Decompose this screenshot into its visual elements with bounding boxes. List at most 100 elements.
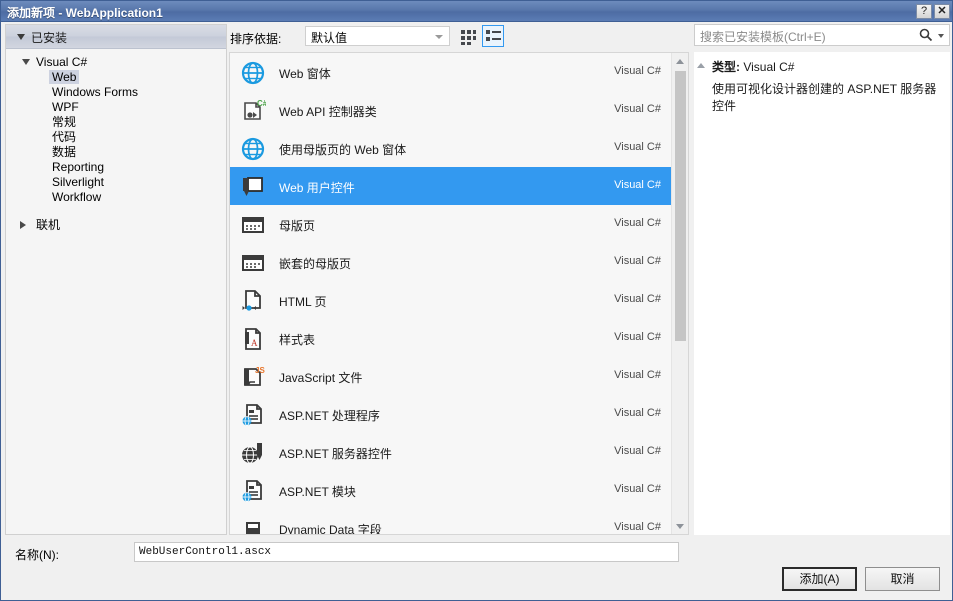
list-bullet-icon [486, 37, 490, 41]
tree-item-data[interactable]: 数据 [6, 145, 226, 160]
aspnet-handler-icon [240, 402, 266, 428]
description-type-label: 类型: [712, 60, 740, 74]
master-page-icon [240, 212, 266, 238]
collapse-details-button[interactable] [694, 58, 708, 72]
view-list-button[interactable] [482, 25, 504, 47]
template-language: Visual C# [614, 65, 661, 77]
chevron-down-icon[interactable] [938, 34, 944, 38]
template-name: Web API 控制器类 [279, 105, 377, 119]
tile-dot-icon [467, 30, 471, 34]
chevron-down-icon [435, 35, 443, 39]
dialog-body: 已安装 Visual C# Web Windows Forms WPF 常规 代… [1, 22, 952, 537]
tree-item-label: WPF [52, 100, 79, 114]
template-row[interactable]: Dynamic Data 字段 Visual C# [230, 509, 671, 534]
stylesheet-icon: A [240, 326, 266, 352]
triangle-up-icon [697, 63, 705, 68]
javascript-file-icon: JS [240, 364, 266, 390]
template-list-scrollbar[interactable] [671, 53, 688, 534]
template-language: Visual C# [614, 521, 661, 533]
search-icon[interactable] [919, 28, 933, 42]
scrollbar-thumb[interactable] [675, 71, 686, 341]
template-name: Web 用户控件 [279, 181, 355, 195]
tree-item-label: Workflow [52, 190, 102, 204]
template-row[interactable]: Web 窗体 Visual C# [230, 53, 671, 91]
description-type-row: 类型: Visual C# [712, 58, 794, 75]
triangle-up-icon [676, 59, 684, 64]
tree-item-silverlight[interactable]: Silverlight [6, 175, 226, 190]
csharp-file-icon: C# [240, 98, 268, 124]
triangle-down-icon [676, 524, 684, 529]
add-new-item-dialog: 添加新项 - WebApplication1 ? ✕ 已安装 Visual C#… [0, 0, 953, 601]
help-button[interactable]: ? [916, 4, 932, 19]
tree-item-web[interactable]: Web [6, 70, 226, 85]
sort-by-value: 默认值 [311, 31, 348, 45]
template-name: 嵌套的母版页 [279, 257, 352, 271]
dialog-title: 添加新项 - WebApplication1 [7, 6, 163, 20]
aspnet-module-icon [240, 478, 266, 504]
template-row[interactable]: ASP.NET 处理程序 Visual C# [230, 395, 671, 433]
template-list-items: Web 窗体 Visual C# C# [230, 53, 671, 534]
tree-item-workflow[interactable]: Workflow [6, 190, 226, 205]
html-file-icon [240, 288, 266, 314]
chevron-down-icon [17, 34, 25, 40]
dynamic-data-icon [240, 516, 266, 534]
search-input[interactable]: 搜索已安装模板(Ctrl+E) [694, 24, 950, 46]
view-tiles-button[interactable] [457, 25, 479, 47]
chevron-down-icon [22, 59, 30, 65]
sort-by-label: 排序依据: [230, 32, 282, 46]
tree-item-visual-csharp[interactable]: Visual C# [6, 55, 226, 70]
name-input-value: WebUserControl1.ascx [139, 546, 272, 558]
template-name: ASP.NET 服务器控件 [279, 447, 392, 461]
tree-item-code[interactable]: 代码 [6, 130, 226, 145]
tree-item-wpf[interactable]: WPF [6, 100, 226, 115]
tree-item-label: Visual C# [36, 55, 88, 69]
template-name: ASP.NET 模块 [279, 485, 356, 499]
chevron-right-icon [20, 221, 26, 229]
tree-item-general[interactable]: 常规 [6, 115, 226, 130]
template-language: Visual C# [614, 293, 661, 305]
template-language: Visual C# [614, 445, 661, 457]
tree-item-label: 数据 [52, 145, 77, 159]
template-language: Visual C# [614, 217, 661, 229]
template-row[interactable]: C# Web API 控制器类 Visual C# [230, 91, 671, 129]
installed-header-label: 已安装 [31, 31, 68, 45]
tree-item-label: Web [49, 70, 80, 84]
template-row[interactable]: ASP.NET 服务器控件 Visual C# [230, 433, 671, 471]
close-button[interactable]: ✕ [934, 4, 950, 19]
user-control-icon [240, 174, 266, 200]
cancel-button[interactable]: 取消 [865, 567, 940, 591]
name-label: 名称(N): [15, 548, 59, 562]
tile-dot-icon [461, 42, 465, 45]
svg-text:A: A [251, 338, 258, 348]
tree-item-reporting[interactable]: Reporting [6, 160, 226, 175]
name-input[interactable]: WebUserControl1.ascx [134, 542, 679, 562]
template-row[interactable]: 使用母版页的 Web 窗体 Visual C# [230, 129, 671, 167]
template-name: 使用母版页的 Web 窗体 [279, 143, 407, 157]
template-language: Visual C# [614, 369, 661, 381]
template-row[interactable]: 嵌套的母版页 Visual C# [230, 243, 671, 281]
template-name: 样式表 [279, 333, 316, 347]
master-page-icon [240, 250, 266, 276]
template-row[interactable]: ASP.NET 模块 Visual C# [230, 471, 671, 509]
template-name: Web 窗体 [279, 67, 331, 81]
installed-header[interactable]: 已安装 [6, 25, 226, 49]
template-list[interactable]: Web 窗体 Visual C# C# [229, 52, 689, 535]
scroll-down-button[interactable] [672, 518, 688, 534]
template-row[interactable]: 母版页 Visual C# [230, 205, 671, 243]
tree-item-online[interactable]: 联机 [6, 217, 226, 233]
template-language: Visual C# [614, 255, 661, 267]
template-row[interactable]: HTML 页 Visual C# [230, 281, 671, 319]
scroll-up-button[interactable] [672, 53, 688, 69]
template-description: 类型: Visual C# 使用可视化设计器创建的 ASP.NET 服务器控件 [694, 52, 950, 535]
tree-item-label: Windows Forms [52, 85, 139, 99]
template-list-panel: 排序依据: 默认值 Web 窗体 Visual C# C Web API 控制器… [229, 24, 689, 535]
tree-item-windows-forms[interactable]: Windows Forms [6, 85, 226, 100]
search-placeholder: 搜索已安装模板(Ctrl+E) [700, 30, 826, 44]
sort-by-dropdown[interactable]: 默认值 [305, 26, 450, 46]
add-button[interactable]: 添加(A) [782, 567, 857, 591]
template-row-selected[interactable]: Web 用户控件 Visual C# [230, 167, 671, 205]
template-row[interactable]: A 样式表 Visual C# [230, 319, 671, 357]
template-name: HTML 页 [279, 295, 327, 309]
title-bar: 添加新项 - WebApplication1 ? ✕ [1, 1, 952, 22]
template-row[interactable]: JS JavaScript 文件 Visual C# [230, 357, 671, 395]
